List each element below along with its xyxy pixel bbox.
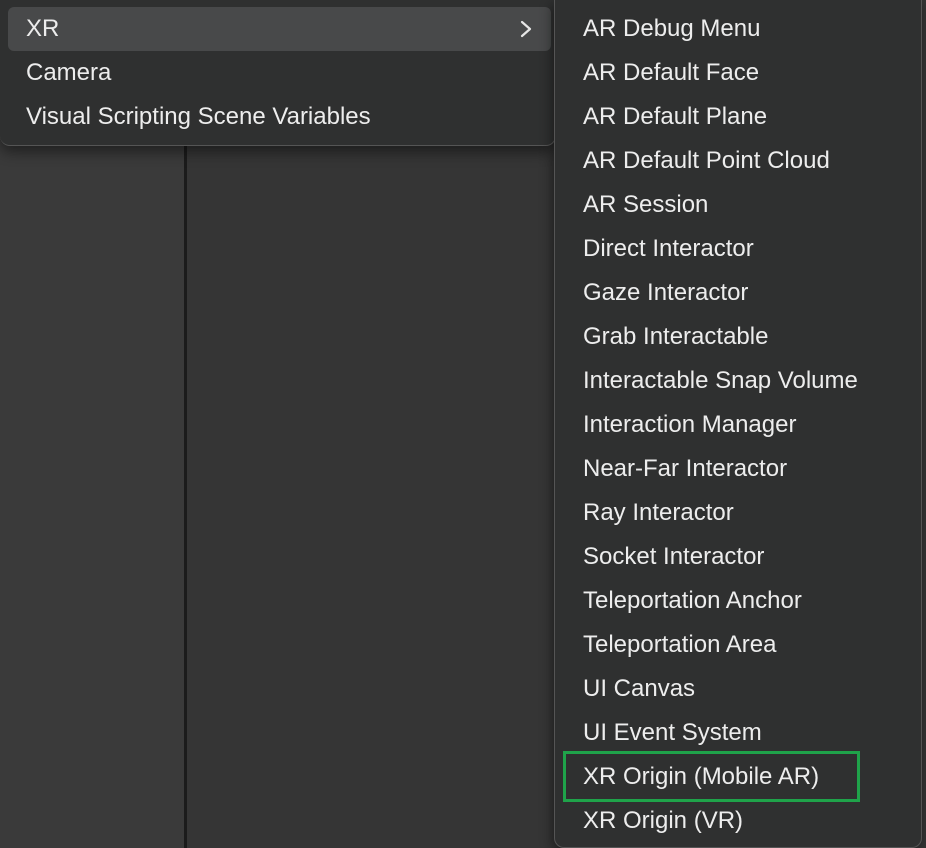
submenu-item-gaze-interactor[interactable]: Gaze Interactor bbox=[555, 271, 921, 315]
submenu-item-ray-interactor[interactable]: Ray Interactor bbox=[555, 491, 921, 535]
submenu-item-label: Direct Interactor bbox=[583, 235, 754, 262]
menu-item-label: Camera bbox=[26, 59, 112, 86]
submenu-item-teleportation-anchor[interactable]: Teleportation Anchor bbox=[555, 579, 921, 623]
menu-item-camera[interactable]: Camera bbox=[8, 51, 551, 95]
submenu-item-label: Interaction Manager bbox=[583, 411, 797, 438]
submenu-item-label: Ray Interactor bbox=[583, 499, 734, 526]
submenu-item-near-far-interactor[interactable]: Near-Far Interactor bbox=[555, 447, 921, 491]
submenu-item-ui-canvas[interactable]: UI Canvas bbox=[555, 667, 921, 711]
menu-item-xr[interactable]: XR bbox=[8, 7, 551, 51]
submenu-item-teleportation-area[interactable]: Teleportation Area bbox=[555, 623, 921, 667]
submenu-item-label: XR Origin (VR) bbox=[583, 807, 744, 834]
submenu-item-label: Grab Interactable bbox=[583, 323, 769, 350]
menu-item-label: XR bbox=[26, 15, 60, 42]
submenu-item-interaction-manager[interactable]: Interaction Manager bbox=[555, 403, 921, 447]
submenu-item-interactable-snap-volume[interactable]: Interactable Snap Volume bbox=[555, 359, 921, 403]
submenu-item-ar-default-face[interactable]: AR Default Face bbox=[555, 51, 921, 95]
menu-item-label: Visual Scripting Scene Variables bbox=[26, 103, 371, 130]
submenu-item-label: AR Default Point Cloud bbox=[583, 147, 830, 174]
menu-item-visual-scripting-scene-variables[interactable]: Visual Scripting Scene Variables bbox=[8, 95, 551, 139]
submenu-item-direct-interactor[interactable]: Direct Interactor bbox=[555, 227, 921, 271]
submenu-item-ar-default-point-cloud[interactable]: AR Default Point Cloud bbox=[555, 139, 921, 183]
submenu-item-label: UI Canvas bbox=[583, 675, 696, 702]
create-context-menu: XR Camera Visual Scripting Scene Variabl… bbox=[0, 0, 556, 146]
submenu-item-label: Teleportation Area bbox=[583, 631, 777, 658]
submenu-item-label: XR Origin (Mobile AR) bbox=[583, 763, 820, 790]
submenu-item-xr-origin-vr[interactable]: XR Origin (VR) bbox=[555, 799, 921, 843]
submenu-item-ui-event-system[interactable]: UI Event System bbox=[555, 711, 921, 755]
submenu-item-label: AR Debug Menu bbox=[583, 15, 761, 42]
submenu-item-label: UI Event System bbox=[583, 719, 762, 746]
submenu-item-label: AR Session bbox=[583, 191, 709, 218]
submenu-item-socket-interactor[interactable]: Socket Interactor bbox=[555, 535, 921, 579]
submenu-item-label: Teleportation Anchor bbox=[583, 587, 802, 614]
submenu-item-label: Gaze Interactor bbox=[583, 279, 749, 306]
xr-submenu: AR Debug Menu AR Default Face AR Default… bbox=[554, 0, 922, 848]
submenu-item-label: AR Default Face bbox=[583, 59, 760, 86]
submenu-item-ar-debug-menu[interactable]: AR Debug Menu bbox=[555, 7, 921, 51]
panel-divider[interactable] bbox=[184, 140, 187, 848]
submenu-item-xr-origin-mobile-ar[interactable]: XR Origin (Mobile AR) bbox=[555, 755, 921, 799]
submenu-item-ar-session[interactable]: AR Session bbox=[555, 183, 921, 227]
submenu-item-ar-default-plane[interactable]: AR Default Plane bbox=[555, 95, 921, 139]
submenu-item-label: Near-Far Interactor bbox=[583, 455, 788, 482]
submenu-item-label: AR Default Plane bbox=[583, 103, 768, 130]
submenu-item-label: Socket Interactor bbox=[583, 543, 765, 570]
submenu-item-grab-interactable[interactable]: Grab Interactable bbox=[555, 315, 921, 359]
submenu-item-label: Interactable Snap Volume bbox=[583, 367, 858, 394]
chevron-right-icon bbox=[520, 20, 532, 38]
